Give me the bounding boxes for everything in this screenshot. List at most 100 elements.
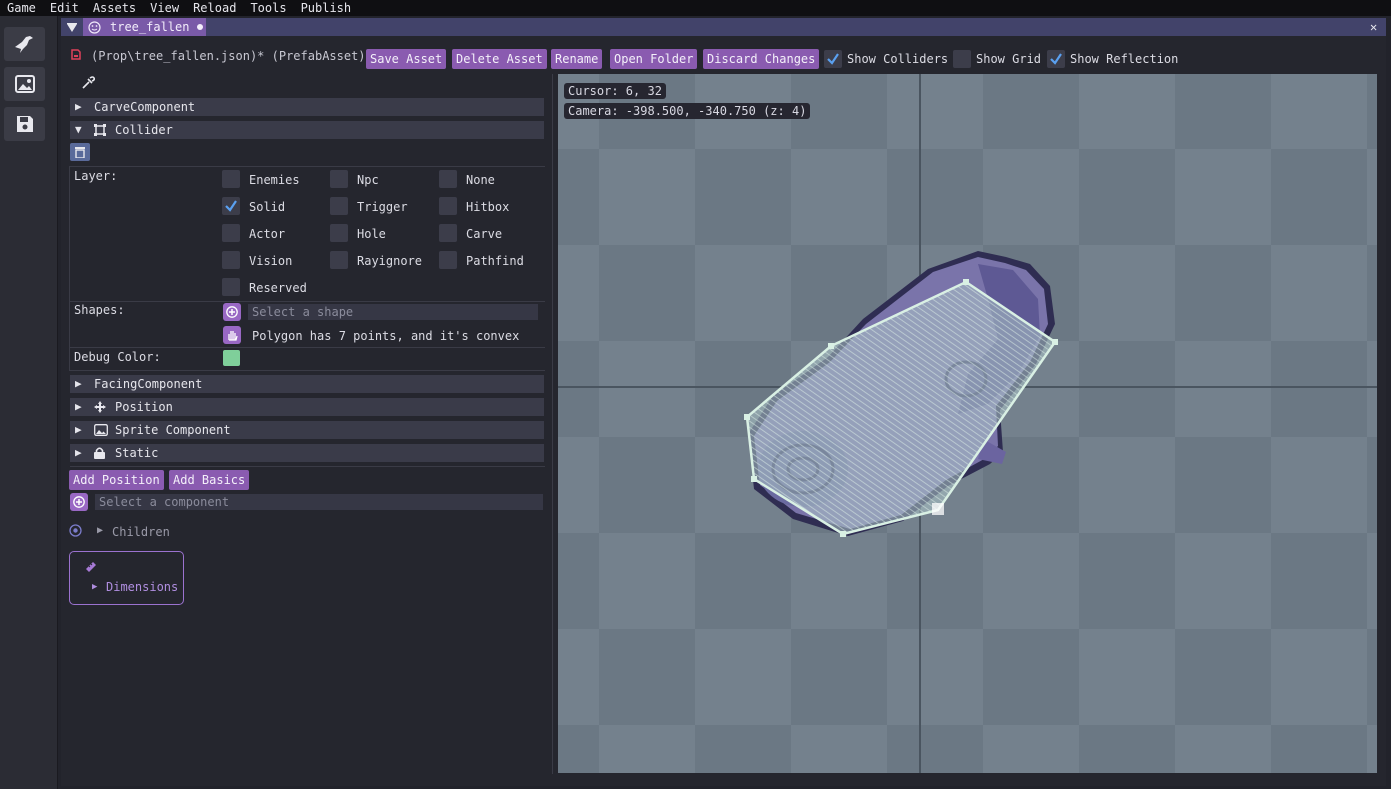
children-label[interactable]: Children: [112, 525, 170, 539]
panel-splitter[interactable]: [552, 74, 553, 774]
save-disk-icon: [16, 116, 33, 132]
sprite-component-header[interactable]: ▶ Sprite Component: [70, 421, 544, 439]
layer-reserved-label: Reserved: [249, 281, 307, 295]
add-component-button[interactable]: [70, 493, 88, 511]
raven-tool-button[interactable]: [4, 27, 45, 61]
edit-polygon-button[interactable]: [223, 326, 241, 344]
unsaved-file-icon: [71, 49, 81, 60]
plus-circle-icon: [73, 496, 85, 508]
collapse-arrow-icon: ▼: [75, 123, 82, 136]
table-row-divider: [70, 301, 545, 302]
layer-vision-checkbox[interactable]: [222, 251, 240, 269]
collider-header[interactable]: ▼ Collider: [70, 121, 544, 139]
image-icon: [14, 75, 35, 93]
carve-component-header[interactable]: ▶ CarveComponent: [70, 98, 544, 116]
open-folder-button[interactable]: Open Folder: [610, 49, 698, 69]
menu-edit[interactable]: Edit: [43, 0, 86, 16]
add-position-button[interactable]: Add Position: [69, 470, 164, 490]
checkmark-icon: [827, 53, 839, 65]
dimensions-label[interactable]: Dimensions: [106, 580, 178, 594]
layer-trigger-checkbox[interactable]: [330, 197, 348, 215]
layer-reserved-checkbox[interactable]: [222, 278, 240, 296]
expand-arrow-icon: ▶: [75, 377, 82, 390]
layer-label: Layer:: [74, 169, 118, 183]
facing-component-label: FacingComponent: [94, 377, 203, 391]
expand-arrow-icon: ▶: [75, 400, 82, 413]
static-header[interactable]: ▶ Static: [70, 444, 544, 462]
dimensions-arrow-icon: ▶: [92, 582, 98, 592]
sprite-component-label: Sprite Component: [115, 423, 231, 437]
hand-icon: [228, 331, 238, 341]
debug-color-swatch[interactable]: [223, 350, 240, 366]
discard-changes-button[interactable]: Discard Changes: [703, 49, 820, 69]
component-select[interactable]: Select a component: [95, 494, 543, 510]
delete-asset-button[interactable]: Delete Asset: [452, 49, 547, 69]
camera-readout: Camera: -398.500, -340.750 (z: 4): [564, 103, 811, 119]
left-toolbar: [0, 16, 58, 789]
save-asset-button[interactable]: Save Asset: [366, 49, 447, 69]
save-tool-button[interactable]: [4, 107, 45, 141]
rename-button[interactable]: Rename: [551, 49, 603, 69]
menu-publish[interactable]: Publish: [294, 0, 359, 16]
layer-actor-label: Actor: [249, 227, 286, 241]
position-header[interactable]: ▶ Position: [70, 398, 544, 416]
show-grid-checkbox[interactable]: [953, 50, 971, 68]
eyedropper-icon[interactable]: [81, 76, 95, 90]
ruler-icon: [86, 562, 96, 572]
expand-arrow-icon: ▶: [75, 100, 82, 113]
tab-tree-fallen[interactable]: tree_fallen: [83, 18, 206, 36]
children-arrow-icon: ▶: [97, 525, 104, 536]
tab-title: tree_fallen: [110, 20, 190, 34]
layer-hole-checkbox[interactable]: [330, 224, 348, 242]
window-menu-icon[interactable]: [67, 23, 77, 32]
smiley-icon: [88, 20, 101, 34]
lock-icon: [94, 447, 105, 459]
radio-target-icon[interactable]: [69, 524, 82, 537]
layer-pathfind-checkbox[interactable]: [439, 251, 457, 269]
table-border-bottom: [70, 370, 545, 371]
position-label: Position: [115, 400, 173, 414]
layer-pathfind-label: Pathfind: [466, 254, 524, 268]
add-shape-button[interactable]: [223, 303, 241, 321]
show-colliders-checkbox[interactable]: [824, 50, 842, 68]
collider-bounds-icon: [94, 124, 106, 136]
layer-solid-checkbox[interactable]: [222, 197, 240, 215]
layer-hitbox-checkbox[interactable]: [439, 197, 457, 215]
expand-arrow-icon: ▶: [75, 423, 82, 436]
image-tool-button[interactable]: [4, 67, 45, 101]
layer-enemies-checkbox[interactable]: [222, 170, 240, 188]
layer-rayignore-label: Rayignore: [357, 254, 423, 268]
layer-trigger-label: Trigger: [357, 200, 408, 214]
polygon-info: Polygon has 7 points, and it's convex: [252, 329, 520, 343]
delete-collider-button[interactable]: [70, 143, 90, 161]
menu-game[interactable]: Game: [0, 0, 43, 16]
unsaved-dot: [197, 24, 204, 30]
shape-select[interactable]: Select a shape: [248, 304, 538, 320]
scene-canvas[interactable]: [558, 74, 1377, 773]
menu-view[interactable]: View: [143, 0, 186, 16]
layer-hitbox-label: Hitbox: [466, 200, 510, 214]
layer-none-checkbox[interactable]: [439, 170, 457, 188]
facing-component-header[interactable]: ▶ FacingComponent: [70, 375, 544, 393]
image-icon: [94, 424, 108, 436]
show-grid-label: Show Grid: [976, 52, 1042, 66]
show-reflection-checkbox[interactable]: [1047, 50, 1065, 68]
menu-tools[interactable]: Tools: [243, 0, 293, 16]
layer-npc-checkbox[interactable]: [330, 170, 348, 188]
menu-assets[interactable]: Assets: [86, 0, 143, 16]
checkmark-icon: [225, 200, 237, 212]
layer-rayignore-checkbox[interactable]: [330, 251, 348, 269]
layer-none-label: None: [466, 173, 495, 187]
layer-hole-label: Hole: [357, 227, 386, 241]
close-icon[interactable]: ✕: [1370, 20, 1377, 34]
layer-actor-checkbox[interactable]: [222, 224, 240, 242]
scene-viewport[interactable]: Cursor: 6, 32 Camera: -398.500, -340.750…: [558, 74, 1377, 773]
menu-reload[interactable]: Reload: [186, 0, 243, 16]
show-reflection-label: Show Reflection: [1070, 52, 1179, 66]
layer-carve-checkbox[interactable]: [439, 224, 457, 242]
shapes-label: Shapes:: [74, 303, 125, 317]
static-label: Static: [115, 446, 159, 460]
plus-circle-icon: [226, 306, 238, 318]
add-basics-button[interactable]: Add Basics: [169, 470, 250, 490]
table-border-left: [69, 166, 70, 371]
